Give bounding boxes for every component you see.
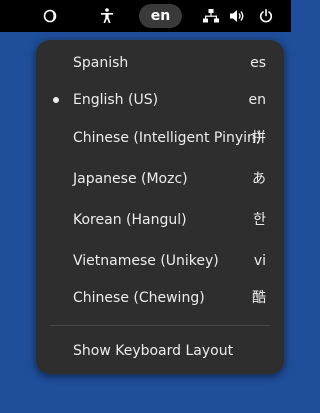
- menu-item-label: Korean (Hangul): [73, 212, 187, 228]
- menu-item-label: Japanese (Mozc): [73, 171, 188, 187]
- menu-item-label: Chinese (Intelligent Pinyin): [73, 130, 262, 146]
- menu-item-korean-hangul[interactable]: Korean (Hangul) 한: [36, 202, 284, 239]
- show-keyboard-layout-button[interactable]: Show Keyboard Layout: [36, 333, 284, 370]
- menu-item-code: 拼: [252, 130, 266, 146]
- volume-icon[interactable]: [229, 0, 247, 32]
- menu-item-chinese-intelligent-pinyin[interactable]: Chinese (Intelligent Pinyin) 拼: [36, 120, 284, 157]
- menu-item-label: Spanish: [73, 55, 129, 71]
- menu-item-code: 酷: [252, 290, 266, 306]
- menu-item-code: en: [248, 92, 267, 108]
- input-source-menu: Spanish es English (US) en Chinese (Inte…: [36, 40, 284, 374]
- top-bar: en: [0, 0, 291, 32]
- power-icon[interactable]: [257, 0, 275, 32]
- selected-bullet-icon: [53, 97, 59, 103]
- menu-item-japanese-mozc[interactable]: Japanese (Mozc) あ: [36, 161, 284, 198]
- menu-item-chinese-chewing[interactable]: Chinese (Chewing) 酷: [36, 280, 284, 317]
- menu-item-code: vi: [253, 253, 266, 269]
- night-light-icon[interactable]: [40, 0, 60, 32]
- menu-item-label: Show Keyboard Layout: [73, 343, 234, 359]
- language-indicator-label: en: [150, 8, 171, 24]
- menu-item-label: Chinese (Chewing): [73, 290, 205, 306]
- menu-item-code: es: [250, 55, 266, 71]
- menu-item-spanish[interactable]: Spanish es: [36, 45, 284, 82]
- menu-item-code: あ: [252, 171, 266, 187]
- network-icon[interactable]: [202, 0, 220, 32]
- accessibility-icon[interactable]: [97, 0, 117, 32]
- language-indicator-button[interactable]: en: [139, 4, 182, 28]
- menu-item-vietnamese-unikey[interactable]: Vietnamese (Unikey) vi: [36, 243, 284, 280]
- menu-item-code: 한: [253, 212, 266, 228]
- menu-item-label: English (US): [73, 92, 159, 108]
- menu-separator: [50, 325, 270, 326]
- menu-item-english-us[interactable]: English (US) en: [36, 82, 284, 119]
- menu-item-label: Vietnamese (Unikey): [73, 253, 219, 269]
